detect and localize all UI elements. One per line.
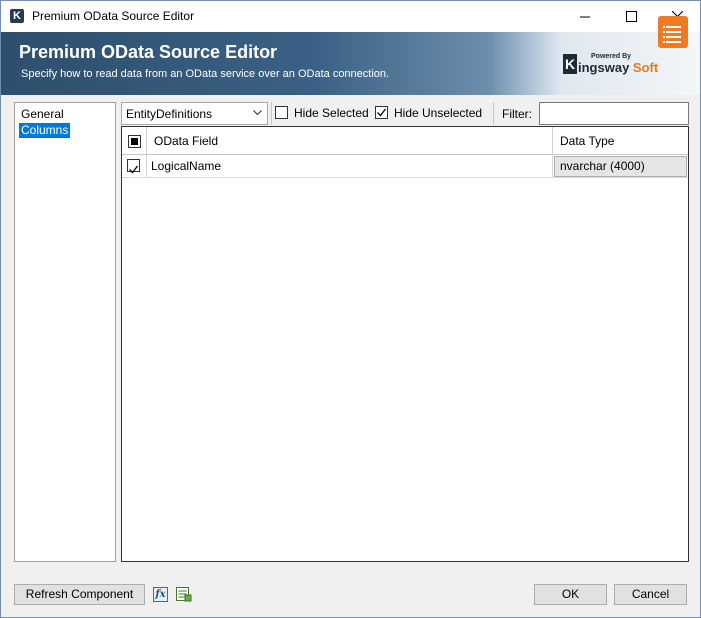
column-header-data-type[interactable]: Data Type	[553, 127, 688, 155]
table-row[interactable]: LogicalName nvarchar (4000)	[122, 155, 688, 178]
maximize-button[interactable]	[608, 1, 654, 32]
entity-select[interactable]: EntityDefinitions	[121, 102, 268, 125]
checkmark-icon	[377, 108, 387, 117]
filter-input[interactable]	[539, 102, 689, 125]
indeterminate-mark-icon	[131, 138, 138, 145]
nav-item-columns[interactable]: Columns	[19, 123, 71, 138]
select-all-checkbox[interactable]	[128, 135, 141, 148]
logo-powered-by: Powered By	[591, 53, 632, 60]
refresh-component-button[interactable]: Refresh Component	[14, 584, 145, 605]
entity-select-value: EntityDefinitions	[126, 107, 213, 121]
kingswaysoft-logo: Powered By K ingsway Soft	[563, 52, 658, 80]
chevron-down-icon	[253, 110, 262, 116]
logo-name-part2: Soft	[632, 60, 659, 75]
title-bar[interactable]: K Premium OData Source Editor	[1, 1, 700, 32]
hide-selected-checkbox[interactable]	[275, 106, 288, 119]
variables-grid-icon[interactable]	[176, 587, 192, 602]
expression-fx-icon[interactable]: fx	[153, 587, 168, 602]
nav-item-general[interactable]: General	[19, 107, 66, 122]
editor-window: K Premium OData Source Editor Premium OD…	[0, 0, 701, 618]
hide-unselected-checkbox[interactable]	[375, 106, 388, 119]
window-title: Premium OData Source Editor	[32, 9, 195, 23]
hide-selected-label[interactable]: Hide Selected	[294, 106, 369, 120]
logo-name-part1: ingsway	[578, 60, 630, 75]
odata-field-cell[interactable]: LogicalName	[147, 155, 553, 178]
grid-header: OData Field Data Type	[122, 127, 688, 155]
row-checkbox[interactable]	[127, 159, 140, 174]
banner-subtitle: Specify how to read data from an OData s…	[21, 68, 390, 80]
ok-button[interactable]: OK	[534, 584, 607, 605]
component-document-icon	[658, 16, 688, 48]
hide-unselected-label[interactable]: Hide Unselected	[394, 106, 482, 120]
minimize-icon	[579, 16, 590, 18]
checkmark-icon	[129, 165, 139, 174]
data-type-cell[interactable]: nvarchar (4000)	[554, 156, 687, 177]
row-select-cell[interactable]	[122, 155, 147, 178]
logo-name: ingsway Soft	[578, 60, 658, 75]
logo-k-letter: K	[563, 54, 577, 74]
nav-pane: General Columns	[14, 102, 116, 562]
select-all-cell[interactable]	[122, 127, 147, 155]
banner-title: Premium OData Source Editor	[19, 42, 278, 62]
kingswaysoft-app-icon: K	[10, 9, 24, 23]
filter-label: Filter:	[502, 107, 532, 121]
toolbar-separator	[271, 102, 272, 125]
columns-grid: OData Field Data Type LogicalName nvarch…	[121, 126, 689, 562]
column-header-odata-field[interactable]: OData Field	[147, 127, 553, 155]
toolbar-separator	[493, 102, 494, 125]
minimize-button[interactable]	[562, 1, 608, 32]
cancel-button[interactable]: Cancel	[614, 584, 687, 605]
maximize-icon	[625, 11, 637, 22]
header-banner: Premium OData Source Editor Specify how …	[1, 32, 700, 95]
